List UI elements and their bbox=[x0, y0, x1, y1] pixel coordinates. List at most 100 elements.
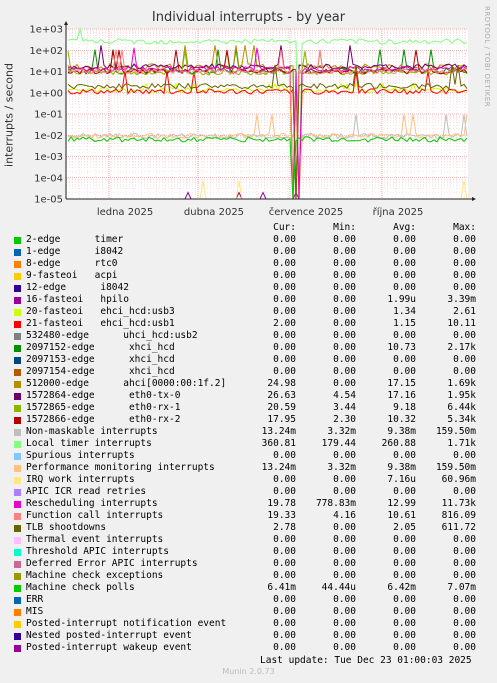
legend-row: Function call interrupts 19.33 4.16 10.61 81… bbox=[0, 510, 497, 522]
y-tick-label: 1e-01 bbox=[34, 110, 63, 121]
legend-row: TLB shootdowns 2.78 0.00 2.05 611.72 bbox=[0, 522, 497, 534]
legend-value-min: 0.00 bbox=[333, 378, 356, 389]
legend-series-name: 8-edge rtc0 bbox=[26, 258, 118, 269]
legend-value-avg: 0.00 bbox=[393, 450, 416, 461]
legend-swatch bbox=[14, 537, 21, 544]
legend-value-max: 6.44k bbox=[447, 402, 476, 413]
legend-column-header: Avg: bbox=[393, 222, 416, 233]
legend-value-min: 0.00 bbox=[333, 534, 356, 545]
x-axis-arrow bbox=[472, 197, 476, 201]
legend-swatch bbox=[14, 597, 21, 604]
legend-value-max: 1.69k bbox=[447, 378, 476, 389]
legend-value-avg: 0.00 bbox=[393, 546, 416, 557]
legend-value-min: 0.00 bbox=[333, 606, 356, 617]
legend-value-max: 0.00 bbox=[453, 366, 476, 377]
legend-value-cur: 0.00 bbox=[273, 282, 296, 293]
legend-series-name: Non-maskable interrupts bbox=[26, 426, 158, 437]
legend-value-cur: 13.24m bbox=[261, 462, 296, 473]
legend-row: MIS 0.00 0.00 0.00 0.00 bbox=[0, 606, 497, 618]
legend-swatch bbox=[14, 381, 21, 388]
legend-value-cur: 0.00 bbox=[273, 270, 296, 281]
legend-value-cur: 13.24m bbox=[261, 426, 296, 437]
legend-value-avg: 0.00 bbox=[393, 606, 416, 617]
legend-value-max: 159.50m bbox=[435, 462, 476, 473]
legend-value-cur: 0.00 bbox=[273, 246, 296, 257]
y-tick-label: 1e+03 bbox=[29, 25, 63, 36]
legend-series-name: 1572865-edge eth0-rx-1 bbox=[26, 402, 181, 413]
legend-value-max: 0.00 bbox=[453, 258, 476, 269]
legend-value-cur: 19.78 bbox=[267, 498, 296, 509]
legend-value-cur: 360.81 bbox=[261, 438, 296, 449]
legend-row: ERR 0.00 0.00 0.00 0.00 bbox=[0, 594, 497, 606]
legend-swatch bbox=[14, 321, 21, 328]
x-tick-label: července 2025 bbox=[269, 206, 343, 218]
legend-series-name: 2097154-edge xhci_hcd bbox=[26, 366, 175, 377]
legend-swatch bbox=[14, 561, 21, 568]
legend-value-min: 4.54 bbox=[333, 390, 356, 401]
legend-row: Spurious interrupts 0.00 0.00 0.00 0.00 bbox=[0, 450, 497, 462]
legend-series-name: Posted-interrupt wakeup event bbox=[26, 642, 192, 653]
legend-swatch bbox=[14, 633, 21, 640]
legend-value-avg: 10.61 bbox=[387, 510, 416, 521]
legend-row: 2097153-edge xhci_hcd 0.00 0.00 0.00 0.00 bbox=[0, 354, 497, 366]
legend-value-avg: 0.00 bbox=[393, 486, 416, 497]
legend-swatch bbox=[14, 609, 21, 616]
y-tick-label: 1e+00 bbox=[29, 88, 63, 99]
legend-value-max: 7.07m bbox=[447, 582, 476, 593]
legend-value-cur: 0.00 bbox=[273, 450, 296, 461]
y-tick-label: 1e-04 bbox=[34, 173, 63, 184]
legend-row: Posted-interrupt notification event 0.00 0… bbox=[0, 618, 497, 630]
y-tick-label: 1e+02 bbox=[29, 46, 63, 57]
legend-value-min: 0.00 bbox=[333, 546, 356, 557]
legend-row: 16-fasteoi hpilo 0.00 0.00 1.99u 3.39m bbox=[0, 294, 497, 306]
legend-swatch bbox=[14, 309, 21, 316]
legend-swatch bbox=[14, 441, 21, 448]
legend-swatch bbox=[14, 621, 21, 628]
legend-value-cur: 6.41m bbox=[267, 582, 296, 593]
legend-value-avg: 0.00 bbox=[393, 642, 416, 653]
legend-value-avg: 260.88 bbox=[381, 438, 416, 449]
legend-series-name: 16-fasteoi hpilo bbox=[26, 294, 129, 305]
legend-value-avg: 7.16u bbox=[387, 474, 416, 485]
legend-swatch bbox=[14, 333, 21, 340]
legend-swatch bbox=[14, 465, 21, 472]
legend-value-min: 0.00 bbox=[333, 366, 356, 377]
legend-value-avg: 0.00 bbox=[393, 330, 416, 341]
legend-value-cur: 0.00 bbox=[273, 306, 296, 317]
legend-value-max: 0.00 bbox=[453, 330, 476, 341]
munin-version: Munin 2.0.73 bbox=[222, 667, 275, 676]
legend-value-cur: 19.33 bbox=[267, 510, 296, 521]
legend-swatch bbox=[14, 393, 21, 400]
legend-row: Nested posted-interrupt event 0.00 0.00 0.0… bbox=[0, 630, 497, 642]
legend-series-name: Machine check exceptions bbox=[26, 570, 164, 581]
x-tick-label: října 2025 bbox=[373, 206, 424, 218]
legend-row: APIC ICR read retries 0.00 0.00 0.00 0.00 bbox=[0, 486, 497, 498]
legend-value-max: 0.00 bbox=[453, 594, 476, 605]
legend-series-name: Deferred Error APIC interrupts bbox=[26, 558, 198, 569]
legend-swatch bbox=[14, 237, 21, 244]
legend-series-name: Machine check polls bbox=[26, 582, 135, 593]
legend-swatch bbox=[14, 489, 21, 496]
legend-series-name: 1-edge i8042 bbox=[26, 246, 124, 257]
legend-row: Local timer interrupts 360.81 179.44 260.88… bbox=[0, 438, 497, 450]
legend-row: Threshold APIC interrupts 0.00 0.00 0.00 0.0… bbox=[0, 546, 497, 558]
legend-row: 512000-edge ahci[0000:00:1f.2] 24.98 0.00 1… bbox=[0, 378, 497, 390]
y-axis-arrow bbox=[64, 21, 68, 25]
legend-value-avg: 1.34 bbox=[393, 306, 416, 317]
legend-swatch bbox=[14, 573, 21, 580]
legend-row: Rescheduling interrupts 19.78 778.83m 12.99… bbox=[0, 498, 497, 510]
legend-row: Performance monitoring interrupts 13.24m 3… bbox=[0, 462, 497, 474]
legend-series-name: 512000-edge ahci[0000:00:1f.2] bbox=[26, 378, 227, 389]
legend-value-min: 0.00 bbox=[333, 486, 356, 497]
plot-area: 1e+03 1e+02 1e+01 1e+00 1e-01 1e-02 1e-03 1e-04… bbox=[29, 21, 476, 218]
legend-series-name: 12-edge i8042 bbox=[26, 282, 129, 293]
legend-value-min: 0.00 bbox=[333, 642, 356, 653]
legend-value-cur: 0.00 bbox=[273, 234, 296, 245]
legend-value-avg: 0.00 bbox=[393, 270, 416, 281]
legend-value-min: 0.00 bbox=[333, 234, 356, 245]
legend-value-avg: 9.18 bbox=[393, 402, 416, 413]
legend-value-min: 0.00 bbox=[333, 450, 356, 461]
legend-swatch bbox=[14, 585, 21, 592]
legend-series-name: 1572866-edge eth0-rx-2 bbox=[26, 414, 181, 425]
legend-series-name: IRQ work interrupts bbox=[26, 474, 135, 485]
